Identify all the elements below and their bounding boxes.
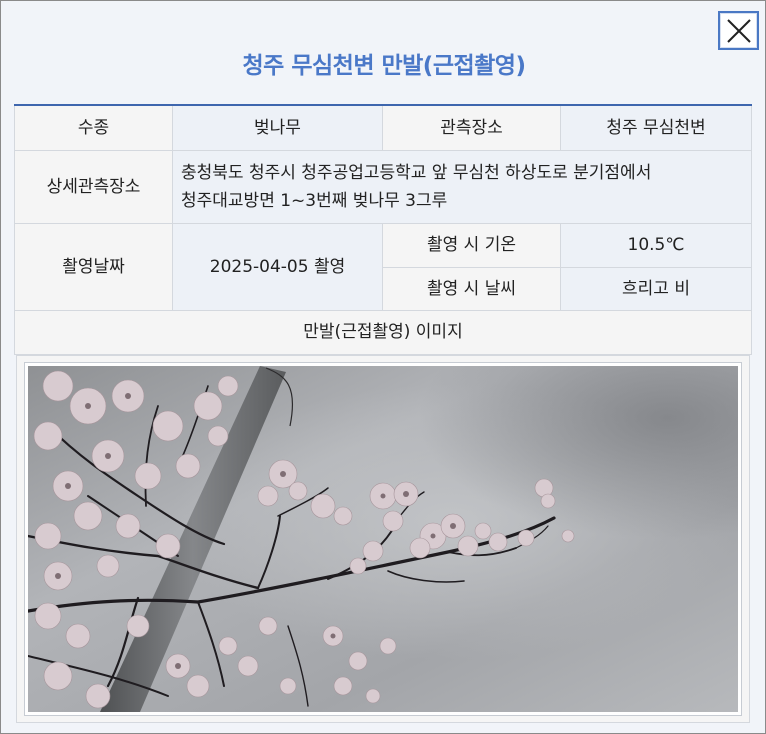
location-label: 관측장소: [382, 104, 561, 151]
detail-location-label: 상세관측장소: [14, 149, 173, 224]
location-value: 청주 무심천변: [560, 104, 752, 151]
species-value: 벚나무: [172, 104, 383, 151]
detail-location-line2: 청주대교방면 1~3번째 벚나무 3그루: [181, 190, 448, 211]
photo-frame: [16, 355, 750, 723]
detail-location-line1: 충청북도 청주시 청주공업고등학교 앞 무심천 하상도로 분기점에서: [181, 162, 652, 183]
species-label: 수종: [14, 104, 173, 151]
popup-title: 청주 무심천변 만발(근접촬영): [242, 53, 526, 79]
info-table: 수종 벚나무 관측장소 청주 무심천변 상세관측장소 충청북도 청주시 청주공업…: [14, 104, 752, 355]
temperature-value: 10.5℃: [560, 222, 752, 268]
image-section-label: 만발(근접촬영) 이미지: [14, 309, 752, 355]
detail-location-value: 충청북도 청주시 청주공업고등학교 앞 무심천 하상도로 분기점에서 청주대교방…: [172, 149, 752, 224]
cherry-blossom-photo: [28, 366, 738, 712]
weather-value: 흐리고 비: [560, 266, 752, 311]
photo-container: [24, 362, 742, 716]
date-label: 촬영날짜: [14, 222, 173, 311]
close-button[interactable]: [718, 11, 759, 50]
weather-label: 촬영 시 날씨: [382, 266, 561, 311]
date-value: 2025-04-05 촬영: [172, 222, 383, 311]
photo-popup: 청주 무심천변 만발(근접촬영) 수종 벚나무 관측장소 청주 무심천변 상세관…: [0, 0, 766, 734]
temperature-label: 촬영 시 기온: [382, 222, 561, 268]
close-icon: [726, 18, 751, 43]
